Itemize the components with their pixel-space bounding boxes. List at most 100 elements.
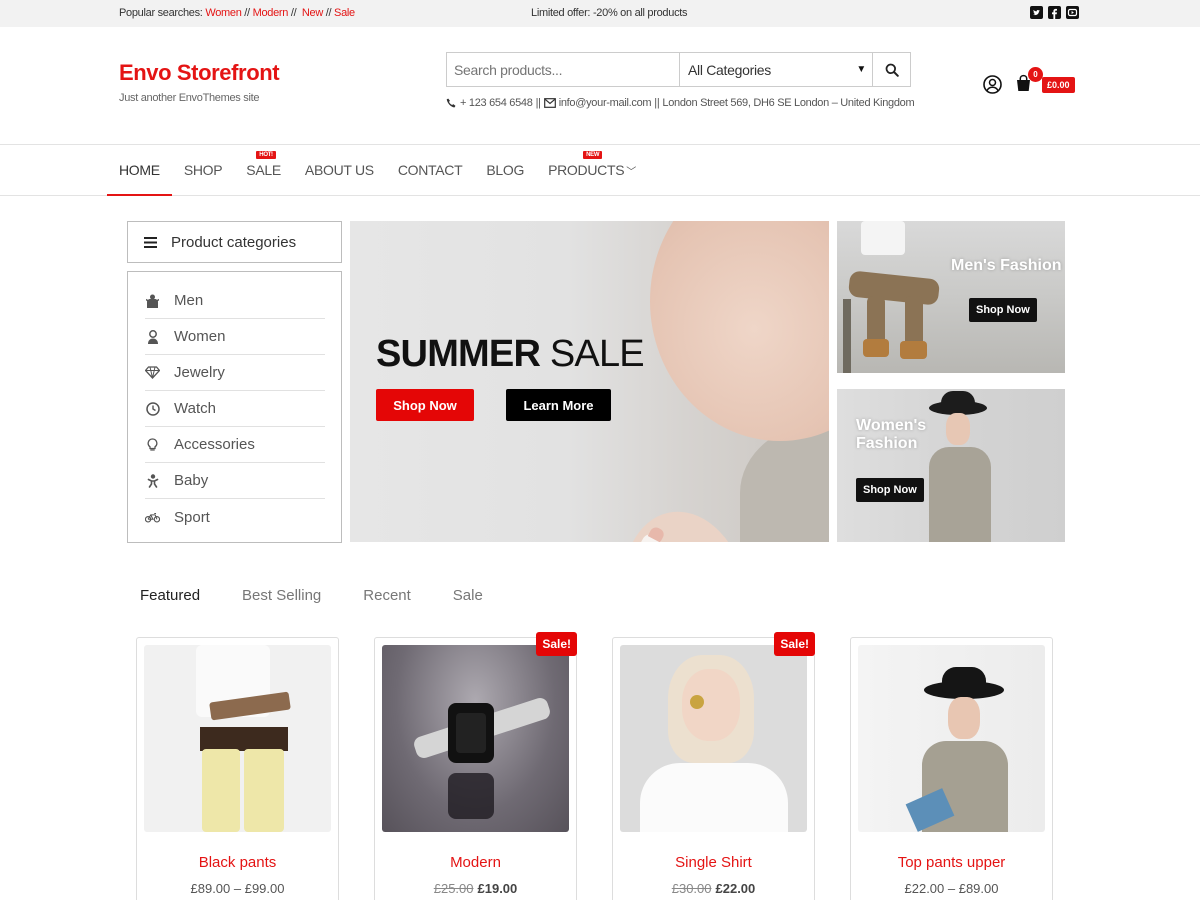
hero-learn-more-button[interactable]: Learn More [506, 389, 611, 421]
category-item-accessories[interactable]: Accessories [145, 427, 325, 463]
hero-shop-now-button[interactable]: Shop Now [376, 389, 474, 421]
product-card[interactable]: Black pants £89.00 – £99.00 [136, 637, 339, 900]
baby-icon [145, 473, 160, 488]
price-range: £89.00 – £99.00 [190, 881, 285, 896]
sale-badge: Sale! [774, 632, 815, 656]
product-name[interactable]: Single Shirt [613, 854, 814, 871]
product-price: £22.00 – £89.00 [851, 881, 1052, 896]
youtube-icon[interactable] [1066, 6, 1079, 19]
tab-best-selling[interactable]: Best Selling [242, 587, 321, 604]
category-select[interactable]: All Categories ▼ [680, 53, 873, 86]
banner-photo-man [837, 221, 947, 373]
popular-link-modern[interactable]: Modern [253, 7, 289, 19]
nav-item-sale[interactable]: SALE HOT! [234, 145, 293, 195]
nav-item-contact[interactable]: CONTACT [386, 145, 475, 195]
nav-item-products[interactable]: PRODUCTS ﹀ NEW [536, 145, 648, 195]
product-tabs: Featured Best Selling Recent Sale [140, 587, 525, 604]
popular-searches: Popular searches: Women // Modern // New… [119, 7, 355, 19]
banner-photo-woman [917, 389, 1065, 542]
product-name[interactable]: Modern [375, 854, 576, 871]
bicycle-icon [145, 510, 160, 525]
phone-icon [446, 98, 456, 107]
main-navigation: HOME SHOP SALE HOT! ABOUT US CONTACT BLOG… [107, 145, 648, 196]
email-address[interactable]: info@your-mail.com [559, 97, 652, 109]
popular-link-sale[interactable]: Sale [334, 7, 355, 19]
category-item-sport[interactable]: Sport [145, 499, 325, 535]
nav-label: ABOUT US [304, 162, 374, 178]
nav-item-blog[interactable]: BLOG [474, 145, 536, 195]
category-item-jewelry[interactable]: Jewelry [145, 355, 325, 391]
separator: || [535, 97, 541, 109]
category-label: Sport [174, 508, 210, 526]
nav-item-home[interactable]: HOME [107, 145, 172, 196]
site-tagline: Just another EnvoThemes site [119, 92, 260, 104]
nav-label: PRODUCTS [548, 162, 625, 178]
tab-recent[interactable]: Recent [363, 587, 411, 604]
womens-label-line2: Fashion [856, 435, 918, 452]
womens-label-line1: Women's [856, 417, 927, 434]
category-item-watch[interactable]: Watch [145, 391, 325, 427]
product-price: £25.00 £19.00 [375, 881, 576, 896]
product-categories-toggle[interactable]: Product categories [127, 221, 342, 263]
category-label: Watch [174, 400, 216, 417]
store-address: London Street 569, DH6 SE London – Unite… [662, 97, 915, 109]
category-item-baby[interactable]: Baby [145, 463, 325, 499]
sale-price: £19.00 [477, 881, 518, 896]
separator: // [290, 7, 297, 19]
social-links [1030, 6, 1079, 19]
product-name[interactable]: Top pants upper [851, 854, 1052, 871]
product-price: £89.00 – £99.00 [137, 881, 338, 896]
separator: // [325, 7, 332, 19]
category-item-men[interactable]: Men [145, 283, 325, 319]
limited-offer-text: Limited offer: -20% on all products [531, 7, 688, 19]
contact-info: + 123 654 6548 || info@your-mail.com || … [446, 97, 915, 109]
site-title[interactable]: Envo Storefront [119, 60, 280, 86]
category-label: Baby [174, 472, 209, 489]
product-image[interactable] [620, 645, 807, 832]
hero-photo-face [650, 221, 829, 441]
product-image[interactable] [144, 645, 331, 832]
nav-item-shop[interactable]: SHOP [172, 145, 234, 195]
product-search: All Categories ▼ [446, 52, 911, 87]
womens-shop-now-button[interactable]: Shop Now [856, 478, 924, 502]
hero-title-bold: SUMMER [376, 333, 541, 375]
popular-label: Popular searches: [119, 7, 203, 19]
product-price: £30.00 £22.00 [613, 881, 814, 896]
categories-heading: Product categories [171, 233, 297, 251]
popular-link-women[interactable]: Women [205, 7, 242, 19]
account-icon[interactable] [983, 75, 1002, 94]
hot-badge: HOT! [256, 151, 276, 159]
search-input[interactable] [447, 53, 680, 86]
product-card[interactable]: Sale! Single Shirt £30.00 £22.00 [612, 632, 815, 900]
twitter-icon[interactable] [1030, 6, 1043, 19]
price-range: £22.00 – £89.00 [904, 881, 999, 896]
product-name[interactable]: Black pants [137, 854, 338, 871]
nav-item-about-us[interactable]: ABOUT US [293, 145, 386, 195]
nav-label: BLOG [486, 162, 525, 178]
mens-shop-now-button[interactable]: Shop Now [969, 298, 1037, 322]
womens-fashion-banner[interactable]: Women's Fashion Shop Now [837, 389, 1065, 542]
hero-slider: SUMMER SALE Shop Now Learn More [350, 221, 829, 542]
cart[interactable]: 0 £0.00 [1014, 67, 1075, 98]
search-button[interactable] [873, 53, 910, 86]
popular-link-new[interactable]: New [302, 7, 323, 19]
nav-label: SHOP [183, 162, 223, 178]
womens-fashion-label: Women's Fashion [856, 417, 926, 453]
tab-sale[interactable]: Sale [453, 587, 483, 604]
tab-featured[interactable]: Featured [140, 587, 200, 604]
product-card[interactable]: Sale! Modern £25.00 £19.00 [374, 632, 577, 900]
nav-label: CONTACT [397, 162, 463, 178]
separator: // [244, 7, 250, 19]
nav-label: HOME [119, 162, 160, 178]
product-image[interactable] [858, 645, 1045, 832]
separator: || [654, 97, 660, 109]
category-item-women[interactable]: Women [145, 319, 325, 355]
mens-fashion-banner[interactable]: Men's Fashion Shop Now [837, 221, 1065, 373]
product-image[interactable] [382, 645, 569, 832]
phone-number[interactable]: + 123 654 6548 [460, 97, 533, 109]
clock-icon [145, 401, 160, 416]
category-label: Jewelry [174, 364, 225, 381]
sale-price: £22.00 [715, 881, 756, 896]
product-card[interactable]: Top pants upper £22.00 – £89.00 [850, 637, 1053, 900]
facebook-icon[interactable] [1048, 6, 1061, 19]
